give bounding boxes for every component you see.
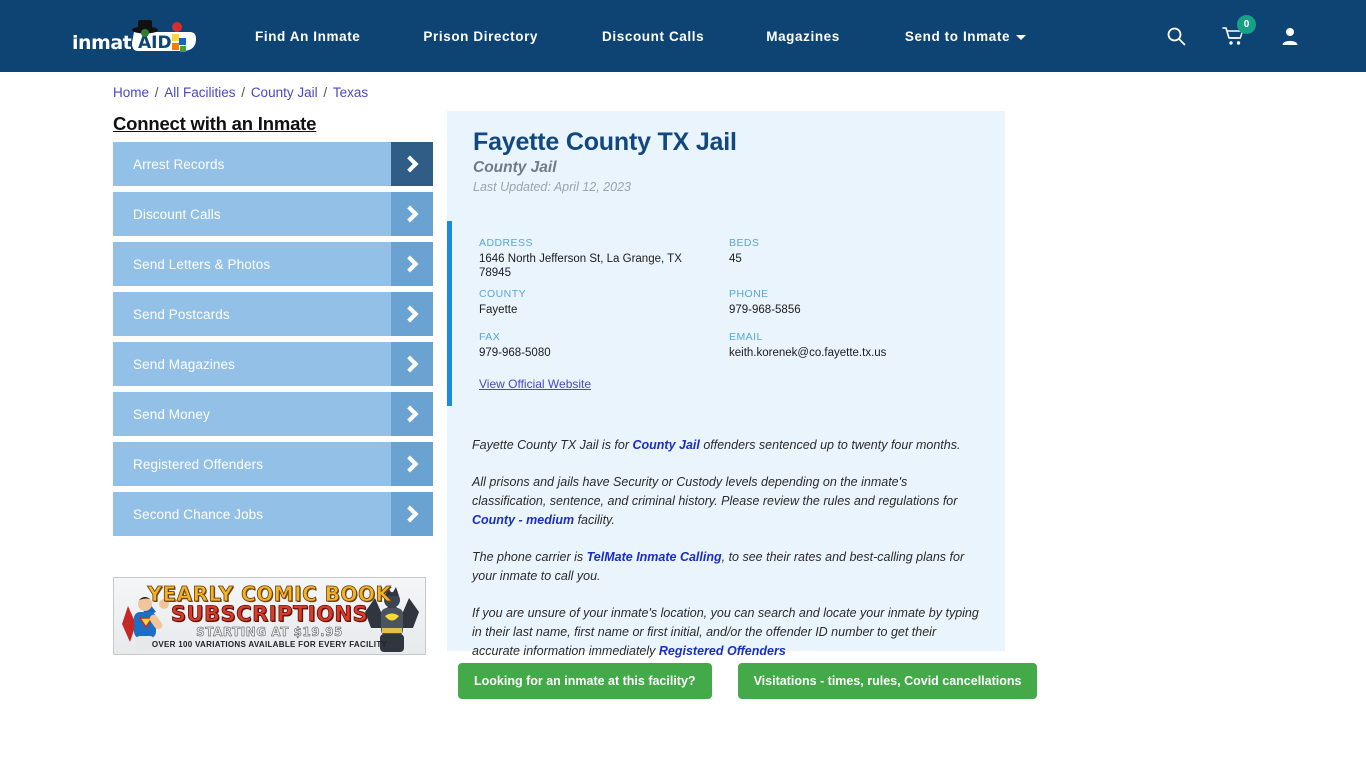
action-button-row: Looking for an inmate at this facility? … [458,663,1038,699]
breadcrumb-item-county-jail[interactable]: County Jail [251,85,318,100]
desc-link-registered-offenders[interactable]: Registered Offenders [659,644,786,658]
chevron-right-icon [391,142,433,186]
breadcrumb: Home / All Facilities / County Jail / Te… [113,85,368,100]
search-icon[interactable] [1166,26,1186,46]
site-logo[interactable]: inmate AID [72,18,198,58]
description-paragraph-2: All prisons and jails have Security or C… [472,473,980,530]
desc-link-county-jail[interactable]: County Jail [632,438,699,452]
description-paragraph-4: If you are unsure of your inmate's locat… [472,604,980,661]
info-label: ADDRESS [479,237,533,249]
facility-description: Fayette County TX Jail is for County Jai… [472,436,980,679]
chevron-right-icon [391,342,433,386]
nav-send-to-inmate-label: Send to Inmate [904,28,1011,44]
sidebar-item-second-chance-jobs[interactable]: Second Chance Jobs [113,492,433,536]
info-label: BEDS [729,237,760,249]
info-value: 979-968-5856 [729,304,801,316]
sidebar-item-label: Discount Calls [133,206,221,222]
user-icon[interactable] [1280,26,1300,46]
sidebar-menu: Arrest Records Discount Calls Send Lette… [113,142,433,542]
desc-text: Fayette County TX Jail is for [472,438,633,452]
info-value: Fayette [479,304,518,316]
header-icon-group: 0 [1166,0,1300,72]
ad-headline-2: SUBSCRIPTIONS [170,602,369,627]
sidebar-item-send-magazines[interactable]: Send Magazines [113,342,433,386]
sidebar-item-registered-offenders[interactable]: Registered Offenders [113,442,433,486]
accent-bar [447,221,452,406]
last-updated-text: Last Updated: April 12, 2023 [473,180,631,194]
chevron-right-icon [391,192,433,236]
breadcrumb-separator: / [319,85,331,100]
chevron-right-icon [391,492,433,536]
desc-link-county-medium[interactable]: County - medium [472,513,574,527]
sidebar-item-label: Second Chance Jobs [133,506,264,522]
breadcrumb-item-all-facilities[interactable]: All Facilities [164,85,235,100]
info-field-fax: FAX 979-968-5080 [479,331,729,360]
cart-count-badge: 0 [1237,15,1256,34]
cart-icon[interactable]: 0 [1222,15,1256,46]
info-field-phone: PHONE 979-968-5856 [729,288,979,317]
sidebar-item-discount-calls[interactable]: Discount Calls [113,192,433,236]
nav-prison-directory[interactable]: Prison Directory [423,29,538,44]
site-header: inmate AID Find An Inmate Prison Directo… [0,0,1366,72]
breadcrumb-separator: / [237,85,249,100]
sidebar-item-label: Send Letters & Photos [133,256,271,272]
info-label: COUNTY [479,288,527,300]
facility-type: County Jail [473,159,557,176]
sidebar-item-label: Registered Offenders [133,456,264,472]
nav-send-to-inmate[interactable]: Send to Inmate [904,28,1027,44]
info-field-county: COUNTY Fayette [479,288,729,317]
chevron-right-icon [391,292,433,336]
facility-info-card: ADDRESS 1646 North Jefferson St, La Gran… [447,221,1005,406]
breadcrumb-item-home[interactable]: Home [113,85,149,100]
visitations-button[interactable]: Visitations - times, rules, Covid cancel… [737,663,1038,699]
info-field-address: ADDRESS 1646 North Jefferson St, La Gran… [479,237,729,280]
page-title: Fayette County TX Jail [473,128,737,156]
primary-nav: Find An Inmate Prison Directory Discount… [255,0,1027,72]
facility-detail-panel: Fayette County TX Jail County Jail Last … [447,111,1005,658]
breadcrumb-separator: / [151,85,163,100]
ad-price-text: STARTING AT $19.95 [196,625,343,640]
info-value: 45 [729,253,742,265]
comic-book-ad-banner[interactable]: YEARLY COMIC BOOK SUBSCRIPTIONS STARTING… [113,577,426,655]
chevron-right-icon [391,242,433,286]
chevron-down-icon [1016,34,1027,40]
breadcrumb-item-texas[interactable]: Texas [333,85,368,100]
desc-text: The phone carrier is [472,550,587,564]
sidebar-item-send-postcards[interactable]: Send Postcards [113,292,433,336]
info-field-beds: BEDS 45 [729,237,979,280]
sidebar-heading: Connect with an Inmate [113,113,317,134]
description-paragraph-1: Fayette County TX Jail is for County Jai… [472,436,980,455]
desc-text: facility. [574,513,615,527]
desc-text: All prisons and jails have Security or C… [472,475,958,508]
sidebar-item-arrest-records[interactable]: Arrest Records [113,142,433,186]
info-label: FAX [479,331,501,343]
chevron-right-icon [391,392,433,436]
nav-find-an-inmate[interactable]: Find An Inmate [255,29,360,44]
info-field-email: EMAIL keith.korenek@co.fayette.tx.us [729,331,979,360]
info-value: 1646 North Jefferson St, La Grange, TX 7… [479,253,682,279]
desc-text: offenders sentenced up to twenty four mo… [699,438,961,452]
info-label: EMAIL [729,331,763,343]
sidebar-item-label: Arrest Records [133,156,225,172]
sidebar-item-label: Send Money [133,406,210,422]
nav-magazines[interactable]: Magazines [766,29,840,44]
view-official-website-link[interactable]: View Official Website [479,377,591,391]
facility-info-grid: ADDRESS 1646 North Jefferson St, La Gran… [479,237,979,374]
nav-discount-calls[interactable]: Discount Calls [602,29,704,44]
desc-link-telmate[interactable]: TelMate Inmate Calling [587,550,722,564]
ad-subtext: OVER 100 VARIATIONS AVAILABLE FOR EVERY … [151,640,388,649]
chevron-right-icon [391,442,433,486]
info-value: keith.korenek@co.fayette.tx.us [729,347,887,359]
inmate-lookup-button[interactable]: Looking for an inmate at this facility? [458,663,712,699]
sidebar-item-send-money[interactable]: Send Money [113,392,433,436]
sidebar-item-label: Send Postcards [133,306,230,322]
sidebar-item-label: Send Magazines [133,356,235,372]
sidebar-item-send-letters-photos[interactable]: Send Letters & Photos [113,242,433,286]
description-paragraph-3: The phone carrier is TelMate Inmate Call… [472,548,980,586]
info-label: PHONE [729,288,769,300]
info-value: 979-968-5080 [479,347,551,359]
